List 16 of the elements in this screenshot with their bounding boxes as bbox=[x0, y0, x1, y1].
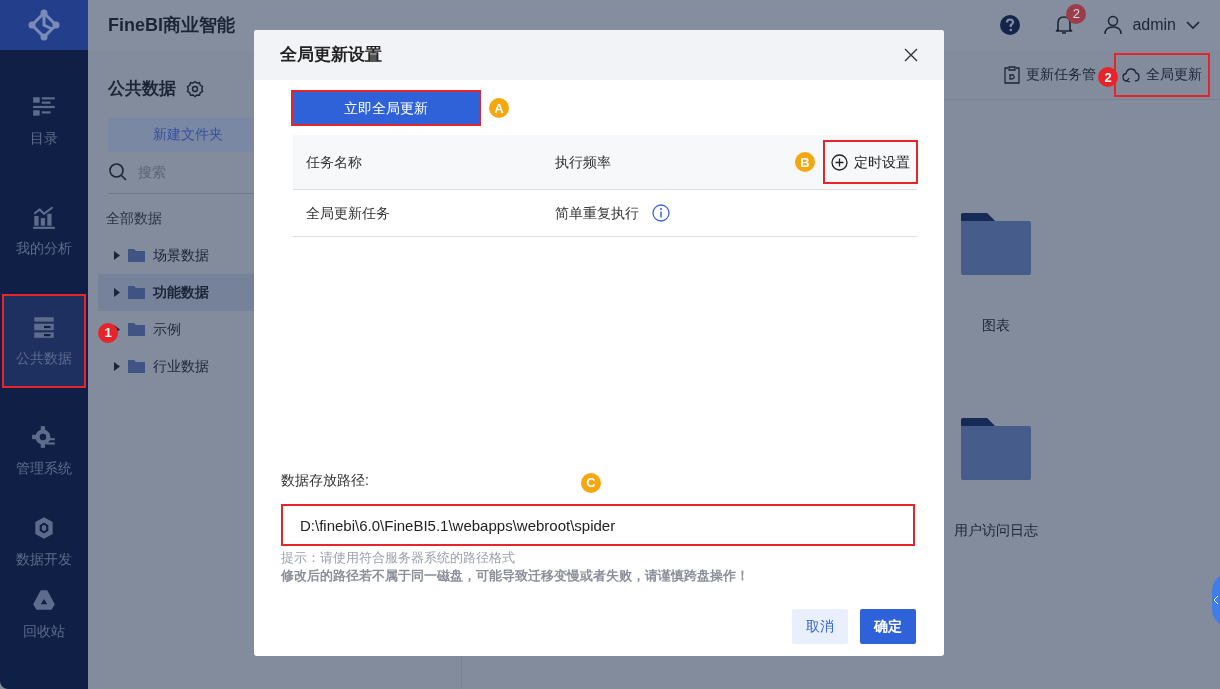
app-title: FineBI商业智能 bbox=[108, 13, 235, 37]
panel-title: 公共数据 bbox=[108, 78, 176, 100]
notification-badge: 2 bbox=[1066, 4, 1087, 24]
annotation-badge: 1 bbox=[98, 322, 118, 343]
annotation-badge: C bbox=[581, 472, 601, 493]
path-label: 数据存放路径: bbox=[281, 470, 370, 490]
column-header: 任务名称 bbox=[306, 152, 363, 172]
annotation-badge: 2 bbox=[1098, 67, 1118, 87]
warning-text: 修改后的路径若不属于同一磁盘，可能导致迁移变慢或者失败，请谨慎跨盘操作！ bbox=[281, 567, 750, 585]
hint-text: 提示：请使用符合服务器系统的路径格式 bbox=[281, 549, 516, 567]
table-cell-text: 全局更新任务 bbox=[306, 203, 391, 223]
table-cell-text: 简单重复执行 bbox=[555, 203, 639, 223]
annotation-badge: B bbox=[795, 152, 815, 172]
annotation-badge: A bbox=[489, 98, 509, 118]
dialog-title: 全局更新设置 bbox=[280, 44, 382, 67]
column-header: 执行频率 bbox=[555, 152, 611, 172]
